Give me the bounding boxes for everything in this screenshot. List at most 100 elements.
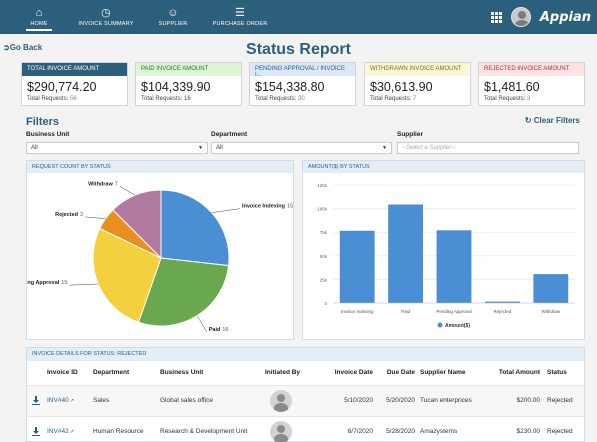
pie-label: Invoice Indexing 15: [242, 204, 293, 210]
y-tick-label: 100k: [317, 207, 328, 212]
card-requests-value: 7: [413, 96, 417, 102]
invoice-date-cell: 5/10/2020: [344, 397, 373, 404]
card-header: PENDING APPROVAL / INVOICE I...: [250, 63, 355, 78]
card-withdrawn-invoice[interactable]: WITHDRAWN INVOICE AMOUNT $30,613.90 Tota…: [364, 62, 471, 106]
card-header: REJECTED INVOICE AMOUNT: [479, 63, 584, 76]
y-tick-label: 50k: [320, 254, 328, 259]
invoice-id-link[interactable]: INV#40↗: [47, 397, 74, 404]
status-cell: Rejected: [547, 428, 573, 435]
column-header[interactable]: Initiated By: [265, 369, 300, 376]
department-cell: Sales: [93, 397, 110, 404]
home-icon: ⌂: [35, 6, 43, 19]
bar[interactable]: [436, 230, 472, 303]
initiator-avatar: [270, 390, 292, 412]
status-cell: Rejected: [547, 397, 573, 404]
clear-filters-label: Clear Filters: [533, 116, 580, 125]
nav-tab-label: INVOICE SUMMARY: [78, 20, 134, 27]
card-requests-label: Total Requests:: [27, 96, 69, 102]
nav-tab-purchase-order[interactable]: ☰ PURCHASE ORDER: [204, 0, 276, 34]
pie-leader-line: [211, 208, 240, 213]
business-unit-select[interactable]: All ▼: [26, 142, 208, 154]
business-unit-cell: Global sales office: [160, 397, 213, 404]
total-amount-cell: $230.00: [516, 428, 541, 435]
invoice-date-cell: 6/7/2020: [347, 428, 373, 435]
column-header[interactable]: Department: [93, 369, 129, 376]
bar-chart: 0 25k 50k 75k 100k 125k Invoice Indexing Paid Pe…: [317, 183, 575, 329]
initiator-avatar: [270, 421, 292, 442]
legend-label: Amount($): [445, 323, 470, 329]
download-icon[interactable]: [32, 427, 40, 436]
card-paid-invoice[interactable]: PAID INVOICE AMOUNT $104,339.90 Total Re…: [135, 62, 242, 106]
bar-chart-panel: AMOUNT($) BY STATUS 0 25k 50k 75k 100k 125k In…: [302, 160, 585, 340]
total-amount-cell: $200.00: [516, 397, 541, 404]
invoice-details-panel: INVOICE DETAILS FOR STATUS: REJECTED Inv…: [26, 347, 585, 442]
card-total-invoice[interactable]: TOTAL INVOICE AMOUNT $290,774.20 Total R…: [21, 62, 128, 106]
card-header: TOTAL INVOICE AMOUNT: [22, 63, 127, 76]
invoice-id-link[interactable]: INV#42↗: [47, 428, 74, 435]
column-header[interactable]: Supplier Name: [420, 369, 466, 376]
supplier-input[interactable]: --Select a Supplier--: [397, 142, 579, 154]
due-date-cell: 5/28/2020: [386, 428, 415, 435]
pie-chart: Invoice Indexing15 Paid16 Pending Approval…: [27, 181, 293, 333]
column-header[interactable]: Invoice Date: [330, 369, 373, 376]
pie-label: Paid 16: [209, 327, 229, 333]
bar[interactable]: [388, 204, 424, 303]
nav-tab-home[interactable]: ⌂ HOME: [8, 0, 70, 34]
user-avatar[interactable]: [510, 7, 531, 27]
card-pending-approval[interactable]: PENDING APPROVAL / INVOICE I... $154,338…: [249, 62, 356, 106]
legend-marker: [437, 322, 443, 328]
y-tick-label: 75k: [320, 230, 328, 235]
column-header[interactable]: Business Unit: [160, 369, 203, 376]
pie-label: Rejected 3: [55, 212, 83, 218]
pie-leader-line: [196, 315, 207, 333]
dropdown-arrow-icon: ▼: [198, 145, 203, 151]
card-amount: $154,338.80: [255, 80, 325, 94]
supplier-label: Supplier: [397, 131, 424, 138]
invoice-id: INV#40: [47, 397, 69, 404]
column-header[interactable]: Total Amount: [482, 369, 540, 376]
pie-slice[interactable]: [160, 189, 230, 267]
nav-tab-supplier[interactable]: ☺ SUPPLIER: [142, 0, 204, 34]
department-cell: Human Resource: [93, 428, 144, 435]
download-icon[interactable]: [32, 396, 40, 405]
table-row: INV#42↗ Human Resource Research & Develo…: [27, 416, 584, 442]
refresh-icon: ↻: [524, 116, 534, 125]
supplier-cell: Amazystems: [420, 428, 458, 435]
column-header[interactable]: Invoice ID: [47, 369, 78, 376]
card-rejected-invoice[interactable]: REJECTED INVOICE AMOUNT $1,481.60 Total …: [478, 62, 585, 106]
column-header[interactable]: Due Date: [379, 369, 415, 376]
department-select[interactable]: All ▼: [211, 142, 392, 154]
business-unit-label: Business Unit: [26, 131, 70, 138]
department-value: All: [216, 145, 223, 151]
card-requests-value: 56: [70, 96, 77, 102]
card-requests-value: 30: [298, 96, 305, 102]
nav-tab-invoice-summary[interactable]: ◷ INVOICE SUMMARY: [70, 0, 142, 34]
external-link-icon: ↗: [69, 429, 74, 435]
card-header: WITHDRAWN INVOICE AMOUNT: [365, 63, 470, 76]
column-header[interactable]: Status: [547, 369, 567, 376]
table-row: INV#40↗ Sales Global sales office 5/10/2…: [27, 385, 584, 416]
department-label: Department: [211, 131, 248, 138]
y-tick-label: 25k: [320, 277, 328, 282]
supplier-icon: ☺: [167, 6, 179, 19]
invoice-icon: ◷: [101, 6, 111, 19]
card-requests-label: Total Requests:: [484, 96, 526, 102]
business-unit-value: All: [31, 145, 38, 151]
appian-logo: Appian: [539, 9, 591, 25]
bar[interactable]: [533, 274, 569, 303]
external-link-icon: ↗: [69, 398, 74, 404]
y-tick-label: 0: [324, 301, 327, 306]
card-amount: $1,481.60: [484, 80, 540, 94]
card-requests-value: 16: [184, 96, 191, 102]
clear-filters-link[interactable]: ↻ Clear Filters: [525, 116, 580, 125]
purchase-order-icon: ☰: [234, 6, 246, 19]
app-launcher-icon[interactable]: [490, 11, 502, 23]
card-requests-label: Total Requests:: [141, 96, 183, 102]
card-amount: $30,613.90: [370, 80, 433, 94]
table-header: Invoice ID Department Business Unit Init…: [27, 361, 584, 385]
bar[interactable]: [339, 230, 375, 303]
supplier-cell: Tucan enterprices: [420, 397, 472, 404]
pie-label: Withdraw 7: [88, 181, 118, 187]
x-tick-label: Paid: [401, 309, 411, 314]
nav-tab-label: PURCHASE ORDER: [212, 20, 268, 27]
